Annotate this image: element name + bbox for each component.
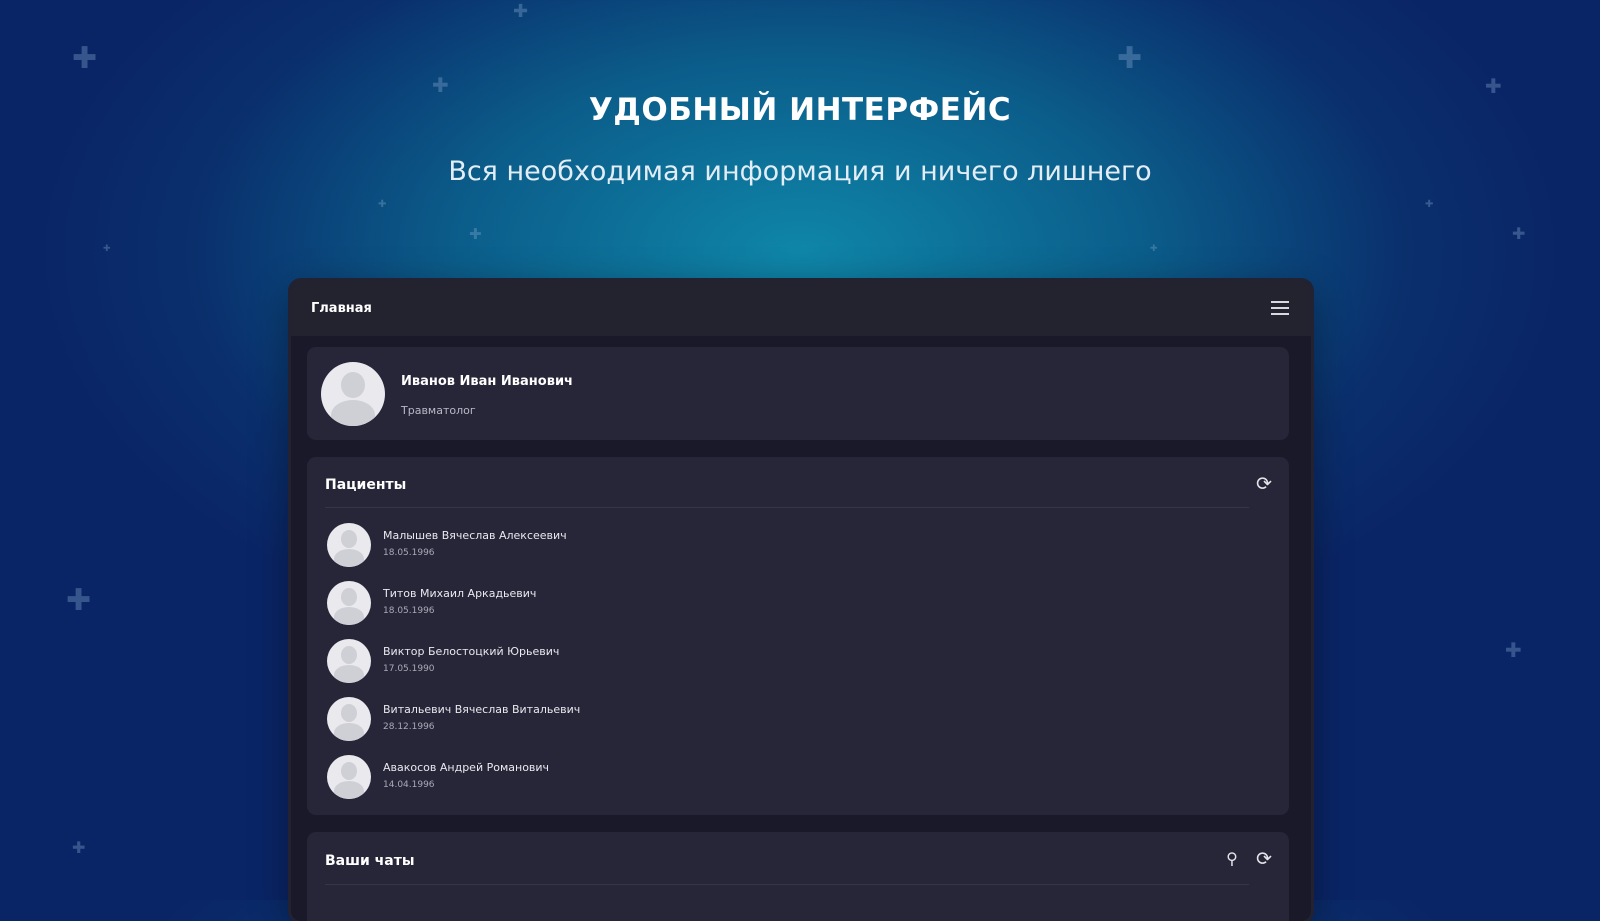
app-window: Главная Иванов Иван Иванович Травматолог… (291, 281, 1311, 921)
list-item[interactable]: Витальевич Вячеслав Витальевич 28.12.199… (327, 697, 1127, 745)
app-topbar: Главная (291, 281, 1311, 336)
decorative-plus-icon: ✚ (72, 838, 86, 857)
decorative-plus-icon: ✚ (103, 244, 111, 254)
decorative-plus-icon: ✚ (469, 225, 482, 243)
list-item[interactable]: Малышев Вячеслав Алексеевич 18.05.1996 (327, 523, 1127, 571)
avatar (327, 581, 371, 625)
patient-name: Витальевич Вячеслав Витальевич (383, 703, 581, 716)
decorative-plus-icon: ✚ (378, 199, 387, 210)
decorative-plus-icon: ✚ (1425, 199, 1434, 210)
profile-card[interactable]: Иванов Иван Иванович Травматолог (307, 347, 1289, 440)
hero-subtitle: Вся необходимая информация и ничего лишн… (448, 156, 1152, 187)
profile-role: Травматолог (401, 404, 476, 417)
patient-name: Малышев Вячеслав Алексеевич (383, 529, 567, 542)
patient-name: Авакосов Андрей Романович (383, 761, 550, 774)
decorative-plus-icon: ✚ (1512, 224, 1526, 243)
patient-name: Виктор Белостоцкий Юрьевич (383, 645, 560, 658)
page-title: Главная (311, 301, 372, 316)
avatar (327, 697, 371, 741)
avatar (327, 755, 371, 799)
refresh-icon[interactable]: ⟳ (1253, 848, 1275, 870)
chats-card: Ваши чаты ⚲ ⟳ (307, 832, 1289, 921)
list-item[interactable]: Виктор Белостоцкий Юрьевич 17.05.1990 (327, 639, 1127, 687)
decorative-plus-icon: ✚ (72, 41, 98, 76)
decorative-plus-icon: ✚ (1150, 244, 1158, 254)
profile-name: Иванов Иван Иванович (401, 374, 573, 389)
decorative-plus-icon: ✚ (513, 1, 529, 22)
list-item[interactable]: Авакосов Андрей Романович 14.04.1996 (327, 755, 1127, 803)
hamburger-menu-icon[interactable] (1271, 301, 1289, 315)
avatar (327, 523, 371, 567)
patient-date: 18.05.1996 (383, 606, 435, 616)
hero-title: УДОБНЫЙ ИНТЕРФЕЙС (588, 92, 1012, 128)
refresh-icon[interactable]: ⟳ (1253, 473, 1275, 495)
decorative-plus-icon: ✚ (66, 583, 92, 618)
patient-date: 18.05.1996 (383, 548, 435, 558)
patient-date: 14.04.1996 (383, 780, 435, 790)
divider (325, 884, 1249, 885)
list-item[interactable]: Титов Михаил Аркадьевич 18.05.1996 (327, 581, 1127, 629)
divider (325, 507, 1249, 508)
chats-title: Ваши чаты (325, 853, 415, 869)
patient-date: 17.05.1990 (383, 664, 435, 674)
decorative-plus-icon: ✚ (1117, 41, 1143, 76)
search-icon[interactable]: ⚲ (1221, 848, 1243, 870)
avatar (321, 362, 385, 426)
decorative-plus-icon: ✚ (1505, 638, 1522, 662)
patient-date: 28.12.1996 (383, 722, 435, 732)
patient-name: Титов Михаил Аркадьевич (383, 587, 537, 600)
patients-title: Пациенты (325, 477, 407, 493)
patients-card: Пациенты ⟳ Малышев Вячеслав Алексеевич 1… (307, 457, 1289, 815)
avatar (327, 639, 371, 683)
